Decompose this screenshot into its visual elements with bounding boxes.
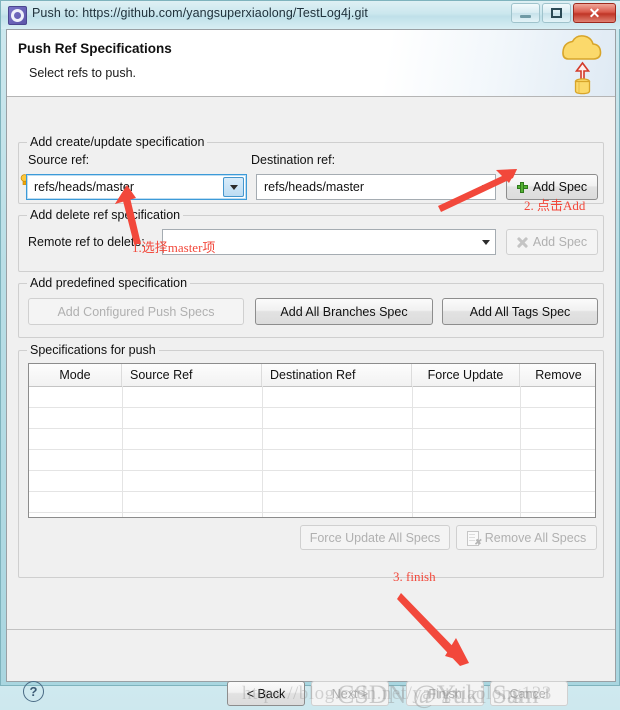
button-bar-divider [7,629,615,630]
page-title: Push Ref Specifications [18,41,172,56]
minimize-button[interactable] [511,3,540,23]
next-button[interactable]: Next > [311,681,389,706]
destination-ref-label: Destination ref: [251,153,336,167]
window-title: Push to: https://github.com/yangsuperxia… [32,6,368,20]
app-gear-icon [8,6,27,25]
maximize-icon [543,4,570,22]
close-icon: ✕ [588,4,601,21]
predefined-spec-group-legend: Add predefined specification [27,276,191,290]
plus-icon [516,181,528,193]
dialog-client-area: Push Ref Specifications Select refs to p… [6,29,616,709]
delete-ref-group: Add delete ref specification Remote ref … [18,208,604,272]
create-update-group-legend: Add create/update specification [27,135,208,149]
cancel-button[interactable]: Cancel [490,681,568,706]
add-all-tags-spec-button[interactable]: Add All Tags Spec [442,298,598,325]
page-subtitle: Select refs to push. [29,66,137,80]
finish-button[interactable]: Finish [406,681,484,706]
chevron-down-icon[interactable] [223,177,244,197]
cancel-button-label: Cancel [509,686,549,701]
remove-all-specs-label: Remove All Specs [484,530,587,545]
add-spec-delete-button[interactable]: Add Spec [506,229,598,255]
destination-ref-value: refs/heads/master [264,180,365,194]
help-icon[interactable]: ? [23,681,44,702]
specifications-for-push-group: Specifications for push Mode Source Ref … [18,343,604,578]
cloud-push-icon [562,35,602,95]
back-button-label: < Back [246,686,286,701]
specifications-table[interactable]: Mode Source Ref Destination Ref Force Up… [28,363,596,518]
column-header-mode[interactable]: Mode [29,364,122,386]
add-all-branches-spec-button[interactable]: Add All Branches Spec [255,298,433,325]
remove-all-specs-button[interactable]: ✖ Remove All Specs [456,525,597,550]
wizard-header: Push Ref Specifications Select refs to p… [7,30,615,97]
remote-ref-to-delete-label: Remote ref to delete: [28,235,145,249]
x-icon [517,237,528,248]
back-button[interactable]: < Back [227,681,305,706]
finish-button-label: Finish [428,686,462,701]
close-button[interactable]: ✕ [573,3,616,23]
chevron-down-icon[interactable] [477,230,495,254]
force-update-all-specs-button[interactable]: Force Update All Specs [300,525,450,550]
add-spec-delete-label: Add Spec [532,235,588,249]
title-bar: Push to: https://github.com/yangsuperxia… [1,1,620,29]
chevron-down-icon[interactable] [477,175,495,199]
document-delete-icon: ✖ [466,530,481,546]
delete-ref-group-legend: Add delete ref specification [27,208,184,222]
column-header-remove[interactable]: Remove [520,364,595,386]
column-header-destination-ref[interactable]: Destination Ref [262,364,412,386]
source-ref-label: Source ref: [28,153,90,167]
add-all-tags-spec-label: Add All Tags Spec [469,304,571,319]
column-header-force-update[interactable]: Force Update [412,364,520,386]
annotation-3: 3. finish [393,569,436,584]
next-button-label: Next > [331,686,369,701]
column-header-source-ref[interactable]: Source Ref [122,364,262,386]
push-dialog-window: Push to: https://github.com/yangsuperxia… [0,0,620,709]
add-configured-push-specs-button[interactable]: Add Configured Push Specs [28,298,244,325]
force-update-all-specs-label: Force Update All Specs [309,530,441,545]
destination-ref-combo[interactable]: refs/heads/master [256,174,496,200]
source-ref-value: refs/heads/master [34,180,135,194]
create-update-group: Add create/update specification Source r… [18,135,604,204]
predefined-spec-group: Add predefined specification Add Configu… [18,276,604,338]
add-spec-create-label: Add Spec [532,180,588,194]
maximize-button[interactable] [542,3,571,23]
annotation-2: 2. 点击Add [524,198,586,213]
add-all-branches-spec-label: Add All Branches Spec [280,304,408,319]
table-header-row: Mode Source Ref Destination Ref Force Up… [29,364,595,387]
specifications-group-legend: Specifications for push [27,343,159,357]
source-ref-combo[interactable]: refs/heads/master [26,174,247,200]
minimize-icon [512,4,539,22]
add-configured-push-specs-label: Add Configured Push Specs [57,304,215,319]
annotation-1: 1.选择master项 [132,240,216,255]
